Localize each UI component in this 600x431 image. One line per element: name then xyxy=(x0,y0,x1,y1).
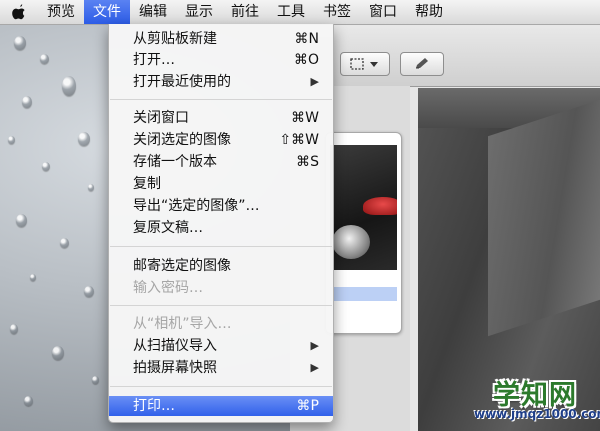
menu-item-label: 打开… xyxy=(133,52,175,68)
water-droplet xyxy=(60,238,69,248)
menu-item-export-selected-image[interactable]: 导出“选定的图像”… xyxy=(109,196,333,216)
menu-item-label: 打印… xyxy=(133,398,175,414)
menu-item-print[interactable]: 打印… ⌘P xyxy=(109,396,333,416)
menu-item-label: 输入密码… xyxy=(133,280,203,296)
menu-item-save-version[interactable]: 存储一个版本 ⌘S xyxy=(109,152,333,172)
menu-item-label: 从剪贴板新建 xyxy=(133,31,217,47)
menu-view[interactable]: 显示 xyxy=(176,0,222,24)
menu-item-label: 关闭窗口 xyxy=(133,110,189,126)
red-car-shape xyxy=(363,197,397,215)
menu-separator xyxy=(110,386,332,387)
pencil-icon xyxy=(416,58,428,69)
photo-wall xyxy=(488,99,600,337)
selection-tool-button[interactable] xyxy=(340,52,390,76)
menu-separator xyxy=(110,305,332,306)
menu-item-shortcut: ⇧⌘W xyxy=(279,132,319,148)
menu-file[interactable]: 文件 xyxy=(84,0,130,24)
water-droplet xyxy=(30,274,36,281)
preview-window xyxy=(290,24,600,431)
thumbnail-photo xyxy=(330,145,397,270)
menu-item-take-screenshot[interactable]: 拍摄屏幕快照 ▶ xyxy=(109,358,333,378)
water-droplet xyxy=(16,214,27,227)
menu-window[interactable]: 窗口 xyxy=(360,0,406,24)
menu-item-shortcut: ⌘O xyxy=(293,52,319,68)
menu-item-label: 打开最近使用的 xyxy=(133,74,231,90)
file-menu-dropdown: 从剪贴板新建 ⌘N 打开… ⌘O 打开最近使用的 ▶ 关闭窗口 ⌘W 关闭选定的… xyxy=(108,24,334,423)
menu-item-label: 从“相机”导入… xyxy=(133,316,232,332)
menu-item-shortcut: ⌘S xyxy=(296,154,319,170)
water-droplet xyxy=(52,346,64,360)
window-toolbar xyxy=(290,24,600,87)
menu-item-open-recent[interactable]: 打开最近使用的 ▶ xyxy=(109,72,333,92)
menu-bar: 预览 文件 编辑 显示 前往 工具 书签 窗口 帮助 xyxy=(0,0,600,25)
menu-separator xyxy=(110,246,332,247)
water-droplet xyxy=(22,96,32,108)
menu-item-label: 导出“选定的图像”… xyxy=(133,198,260,214)
menu-item-duplicate[interactable]: 复制 xyxy=(109,174,333,194)
chevron-right-icon: ▶ xyxy=(310,361,319,374)
water-droplet xyxy=(14,36,26,50)
menu-item-import-from-camera: 从“相机”导入… xyxy=(109,314,333,334)
chevron-right-icon: ▶ xyxy=(310,75,319,88)
water-droplet xyxy=(62,76,76,96)
water-droplet xyxy=(88,184,94,191)
menu-item-label: 关闭选定的图像 xyxy=(133,132,231,148)
water-droplet xyxy=(92,376,99,384)
menu-edit[interactable]: 编辑 xyxy=(130,0,176,24)
water-droplet xyxy=(40,54,49,64)
menu-separator xyxy=(110,99,332,100)
menu-item-label: 复制 xyxy=(133,176,161,192)
menu-item-label: 邮寄选定的图像 xyxy=(133,258,231,274)
water-droplet xyxy=(8,136,15,144)
menu-item-close-selected-image[interactable]: 关闭选定的图像 ⇧⌘W xyxy=(109,130,333,150)
menu-item-close-window[interactable]: 关闭窗口 ⌘W xyxy=(109,108,333,128)
menu-item-label: 拍摄屏幕快照 xyxy=(133,360,217,376)
menu-item-label: 存储一个版本 xyxy=(133,154,217,170)
site-watermark: 学知网 www.jmqz1000.com xyxy=(474,373,600,427)
menu-item-shortcut: ⌘N xyxy=(294,31,319,47)
menu-item-revert-document[interactable]: 复原文稿… xyxy=(109,218,333,238)
menu-item-label: 复原文稿… xyxy=(133,220,203,236)
water-droplet xyxy=(84,286,94,297)
thumbnail-selection-bar xyxy=(330,287,397,301)
menu-item-open[interactable]: 打开… ⌘O xyxy=(109,50,333,70)
annotate-button[interactable] xyxy=(400,52,444,76)
water-droplet xyxy=(78,132,90,146)
selection-tool-icon xyxy=(350,58,378,70)
watermark-url: www.jmqz1000.com xyxy=(474,407,600,421)
image-thumbnail[interactable] xyxy=(325,132,402,334)
menu-go[interactable]: 前往 xyxy=(222,0,268,24)
menu-item-new-from-clipboard[interactable]: 从剪贴板新建 ⌘N xyxy=(109,29,333,49)
menu-item-shortcut: ⌘P xyxy=(296,398,319,414)
water-droplet xyxy=(42,162,50,171)
water-droplet xyxy=(10,324,18,334)
menu-tools[interactable]: 工具 xyxy=(268,0,314,24)
menu-item-label: 从扫描仪导入 xyxy=(133,338,217,354)
apple-logo-icon xyxy=(12,4,25,20)
silver-car-shape xyxy=(332,225,370,259)
menu-item-shortcut: ⌘W xyxy=(291,110,319,126)
menu-preview[interactable]: 预览 xyxy=(38,0,84,24)
menu-item-import-from-scanner[interactable]: 从扫描仪导入 ▶ xyxy=(109,336,333,356)
apple-menu[interactable] xyxy=(0,0,38,24)
chevron-right-icon: ▶ xyxy=(310,339,319,352)
menu-help[interactable]: 帮助 xyxy=(406,0,452,24)
menu-bookmarks[interactable]: 书签 xyxy=(314,0,360,24)
menu-item-mail-selected-image[interactable]: 邮寄选定的图像 xyxy=(109,256,333,276)
menu-item-enter-password: 输入密码… xyxy=(109,278,333,298)
water-droplet xyxy=(24,396,33,406)
